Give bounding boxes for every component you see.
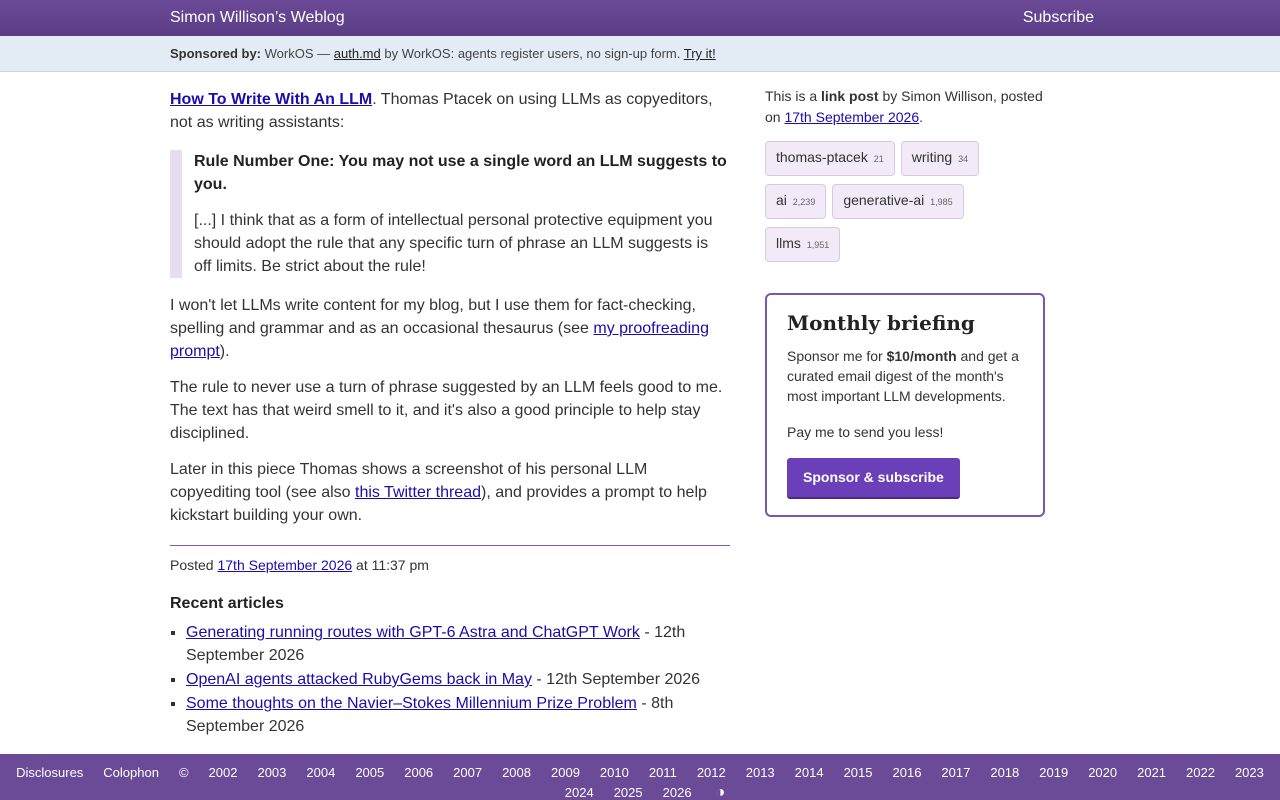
sponsor-text: Sponsored by: WorkOS — auth.md by WorkOS…: [170, 46, 716, 61]
list-item: Generating running routes with GPT-6 Ast…: [186, 621, 730, 667]
year-link-2012[interactable]: 2012: [697, 765, 726, 780]
year-link-2003[interactable]: 2003: [257, 765, 286, 780]
meta-end: .: [919, 109, 924, 125]
recent-article-link[interactable]: Some thoughts on the Navier–Stokes Mille…: [186, 695, 637, 712]
tag-count: 1,985: [930, 197, 953, 207]
quote-strong: Rule Number One: You may not use a singl…: [194, 153, 727, 193]
divider: [170, 545, 730, 546]
year-link-2007[interactable]: 2007: [453, 765, 482, 780]
tag-name: thomas-ptacek: [776, 149, 868, 165]
list-item: Some thoughts on the Navier–Stokes Mille…: [186, 692, 730, 738]
tag-count: 21: [873, 154, 884, 164]
year-link-2010[interactable]: 2010: [600, 765, 629, 780]
sponsor-label: Sponsored by:: [170, 46, 262, 61]
briefing-text: Sponsor me for $10/month and get a curat…: [787, 346, 1023, 406]
post-paragraph-4: Later in this piece Thomas shows a scree…: [170, 458, 730, 527]
year-link-2022[interactable]: 2022: [1186, 765, 1215, 780]
tag-list: thomas-ptacek 21 writing 34 ai 2,239 gener…: [765, 141, 1045, 270]
recent-article-link[interactable]: Generating running routes with GPT-6 Ast…: [186, 624, 640, 641]
recent-article-link[interactable]: OpenAI agents attacked RubyGems back in …: [186, 671, 532, 688]
year-link-2004[interactable]: 2004: [306, 765, 335, 780]
post-paragraph-3: The rule to never use a turn of phrase s…: [170, 379, 723, 442]
colophon-link[interactable]: Colophon: [103, 765, 159, 780]
year-link-2024[interactable]: 2024: [565, 785, 594, 800]
tag-count: 34: [958, 154, 969, 164]
year-link-2019[interactable]: 2019: [1039, 765, 1068, 780]
posted-label: Posted: [170, 557, 214, 573]
subscribe-link[interactable]: Subscribe: [1023, 9, 1094, 27]
tag-generative-ai[interactable]: generative-ai 1,985: [832, 184, 964, 219]
meta-date-link[interactable]: 17th September 2026: [784, 109, 919, 125]
sponsor-text-after: by WorkOS: agents register users, no sig…: [384, 46, 681, 61]
year-link-2025[interactable]: 2025: [614, 785, 643, 800]
recent-articles-list: Generating running routes with GPT-6 Ast…: [170, 621, 730, 738]
tag-llms[interactable]: llms 1,951: [765, 227, 841, 262]
posted-line: Posted 17th September 2026 at 11:37 pm: [170, 554, 730, 577]
site-header: Simon Willison’s Weblog Subscribe: [0, 0, 1280, 36]
sidebar: This is a link post by Simon Willison, p…: [765, 86, 1045, 517]
site-footer: Disclosures Colophon © 2002 2003 2004 2005 2006…: [0, 754, 1280, 800]
year-link-2008[interactable]: 2008: [502, 765, 531, 780]
year-link-2016[interactable]: 2016: [893, 765, 922, 780]
contrast-toggle-icon[interactable]: ◑: [716, 783, 726, 800]
year-link-2013[interactable]: 2013: [746, 765, 775, 780]
post-intro: How To Write With An LLM. Thomas Ptacek …: [170, 88, 730, 134]
tag-writing[interactable]: writing 34: [900, 141, 980, 176]
year-link-2018[interactable]: 2018: [990, 765, 1019, 780]
tag-thomas-ptacek[interactable]: thomas-ptacek 21: [765, 141, 895, 176]
year-link-2002[interactable]: 2002: [209, 765, 238, 780]
tag-name: writing: [911, 149, 953, 165]
sponsor-cta-link[interactable]: Try it!: [684, 46, 716, 61]
post-title-link[interactable]: How To Write With An LLM: [170, 91, 372, 108]
year-link-2023[interactable]: 2023: [1235, 765, 1264, 780]
quote-text: [...] I think that as a form of intellec…: [194, 212, 713, 275]
post-blockquote: Rule Number One: You may not use a singl…: [170, 150, 730, 278]
sponsor-link[interactable]: auth.md: [334, 46, 381, 61]
tag-ai[interactable]: ai 2,239: [765, 184, 827, 219]
year-link-2021[interactable]: 2021: [1137, 765, 1166, 780]
monthly-briefing-box: Monthly briefing Sponsor me for $10/mont…: [765, 293, 1045, 517]
post-paragraph-2: I won't let LLMs write content for my bl…: [170, 294, 730, 363]
recent-article-date: - 12th September 2026: [536, 671, 701, 688]
recent-articles-heading: Recent articles: [170, 595, 284, 612]
main-content: How To Write With An LLM. Thomas Ptacek …: [170, 88, 730, 739]
tag-name: ai: [776, 192, 787, 208]
year-link-2005[interactable]: 2005: [355, 765, 384, 780]
year-link-2006[interactable]: 2006: [404, 765, 433, 780]
post-meta: This is a link post by Simon Willison, p…: [765, 86, 1045, 128]
year-link-2026[interactable]: 2026: [663, 785, 692, 800]
sponsor-text-before: WorkOS —: [264, 46, 331, 61]
posted-date-link[interactable]: 17th September 2026: [217, 557, 352, 573]
meta-prefix: This is a: [765, 88, 818, 104]
year-link-2009[interactable]: 2009: [551, 765, 580, 780]
posted-time: at 11:37 pm: [356, 557, 429, 573]
meta-type: link post: [821, 88, 879, 104]
disclosures-link[interactable]: Disclosures: [16, 765, 83, 780]
briefing-price: $10/month: [886, 348, 957, 364]
year-link-2014[interactable]: 2014: [795, 765, 824, 780]
copyright-symbol: ©: [178, 765, 189, 780]
p2-text-after: ).: [219, 343, 230, 360]
list-item: OpenAI agents attacked RubyGems back in …: [186, 668, 730, 691]
sponsor-subscribe-button[interactable]: Sponsor & subscribe: [787, 458, 960, 499]
tag-name: llms: [776, 235, 801, 251]
year-link-2017[interactable]: 2017: [941, 765, 970, 780]
tag-name: generative-ai: [843, 192, 925, 208]
year-link-2015[interactable]: 2015: [844, 765, 873, 780]
sponsor-bar: Sponsored by: WorkOS — auth.md by WorkOS…: [0, 36, 1280, 72]
tag-count: 1,951: [806, 240, 830, 250]
briefing-text-before: Sponsor me for: [787, 348, 883, 364]
briefing-title: Monthly briefing: [787, 311, 975, 335]
tag-count: 2,239: [792, 197, 816, 207]
year-link-2011[interactable]: 2011: [649, 765, 677, 780]
briefing-text-2: Pay me to send you less!: [787, 424, 944, 440]
year-link-2020[interactable]: 2020: [1088, 765, 1117, 780]
site-title-link[interactable]: Simon Willison’s Weblog: [170, 9, 345, 27]
twitter-thread-link[interactable]: this Twitter thread: [355, 484, 481, 501]
